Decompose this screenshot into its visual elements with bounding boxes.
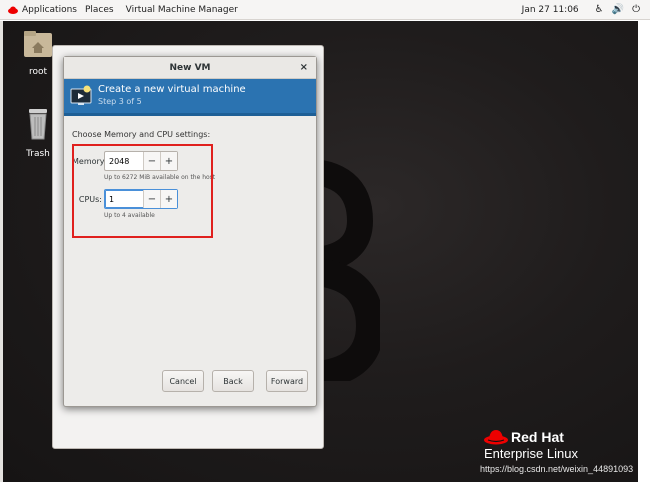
applications-menu[interactable]: Applications	[8, 5, 77, 15]
cpus-decrement-button[interactable]: −	[143, 190, 160, 208]
places-menu[interactable]: Places	[85, 5, 114, 15]
cancel-button[interactable]: Cancel	[162, 370, 204, 392]
accessibility-icon[interactable]: ♿	[595, 4, 604, 15]
cpus-spinbox[interactable]: − +	[104, 189, 178, 209]
wizard-title: Create a new virtual machine	[98, 84, 246, 95]
back-button[interactable]: Back	[212, 370, 254, 392]
applications-label: Applications	[22, 4, 77, 15]
close-icon[interactable]: ×	[300, 57, 308, 79]
cpus-input[interactable]	[105, 190, 143, 208]
redhat-logo-icon	[8, 6, 18, 14]
memory-input[interactable]	[105, 152, 143, 170]
cpus-increment-button[interactable]: +	[160, 190, 177, 208]
home-folder-icon	[24, 31, 52, 57]
system-tray[interactable]: ♿ 🔊 ⏻	[595, 4, 640, 15]
app-menu[interactable]: Virtual Machine Manager	[126, 5, 238, 15]
cpus-label: CPUs:	[78, 194, 102, 204]
places-label: Places	[84, 4, 114, 15]
brand-line2: Enterprise Linux	[484, 446, 578, 461]
section-label: Choose Memory and CPU settings:	[72, 130, 211, 139]
power-icon[interactable]: ⏻	[632, 4, 640, 15]
dialog-titlebar[interactable]: New VM ×	[64, 57, 316, 79]
cpus-row: CPUs: − +	[72, 189, 308, 209]
forward-button[interactable]: Forward	[266, 370, 308, 392]
new-vm-dialog[interactable]: New VM × Create a new virtual machine St…	[63, 56, 317, 407]
new-vm-monitor-icon	[70, 85, 92, 105]
memory-label: Memory:	[72, 156, 107, 166]
wizard-header: Create a new virtual machine Step 3 of 5	[64, 79, 316, 116]
memory-decrement-button[interactable]: −	[143, 152, 160, 170]
brand-line1: Red Hat	[511, 429, 564, 445]
app-menu-label: Virtual Machine Manager	[125, 4, 238, 15]
dialog-title: New VM	[169, 63, 211, 73]
wizard-step: Step 3 of 5	[98, 97, 142, 106]
top-bar: Applications Places Virtual Machine Mana…	[0, 0, 650, 20]
trash-icon	[29, 109, 47, 140]
watermark-url: https://blog.csdn.net/weixin_44891093	[480, 464, 634, 474]
redhat-hat-icon	[484, 430, 508, 445]
dialog-footer: Cancel Back Forward	[64, 370, 316, 392]
volume-icon[interactable]: 🔊	[612, 4, 624, 15]
memory-increment-button[interactable]: +	[160, 152, 177, 170]
clock[interactable]: Jan 27 11:06	[522, 5, 579, 15]
cpus-hint: Up to 4 available	[104, 212, 155, 219]
dialog-body: Choose Memory and CPU settings: Memory: …	[64, 116, 316, 219]
memory-spinbox[interactable]: − +	[104, 151, 178, 171]
memory-row: Memory: − +	[72, 151, 308, 171]
redhat-branding: Red Hat Enterprise Linux	[484, 429, 578, 461]
memory-hint: Up to 6272 MiB available on the host	[104, 174, 216, 181]
